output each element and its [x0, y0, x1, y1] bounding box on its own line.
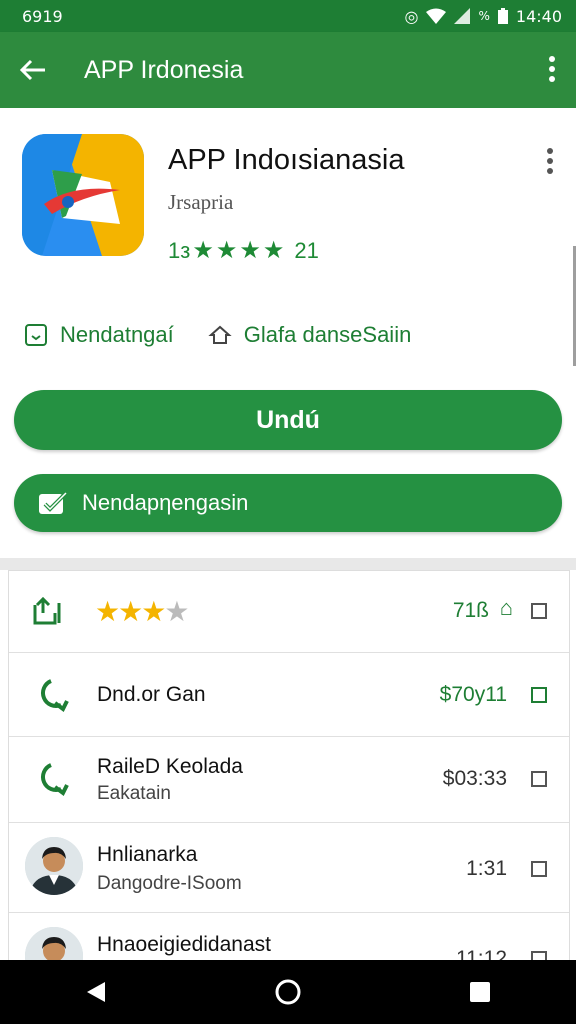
checkbox-icon — [39, 491, 68, 514]
list-item[interactable]: Hnlianarka Dangodre-ISoom 1:31 — [9, 823, 569, 913]
list-item[interactable]: RaileD Keolada Eakatain $03:33 — [9, 737, 569, 823]
list-item-title: RaileD Keolada — [97, 755, 243, 778]
app-bar: APP Irdonesia — [0, 32, 576, 108]
home-icon — [208, 325, 232, 344]
square-recents-icon — [470, 982, 490, 1002]
arrow-back-icon — [20, 59, 45, 81]
home-icon: ⌂ — [499, 595, 513, 620]
checkbox[interactable] — [531, 603, 547, 619]
secondary-action-button[interactable]: Nendapηengasin — [14, 474, 562, 532]
star-outline-icon: ★ — [164, 596, 189, 627]
circle-home-icon — [275, 979, 301, 1005]
info-item-category: Glafa danseSaiin — [208, 322, 412, 348]
checkbox[interactable] — [531, 687, 547, 703]
battery-icon — [497, 8, 508, 24]
star-icon: ★ — [141, 596, 166, 627]
avatar — [25, 927, 83, 960]
info-item-2-label: Glafa danseSaiin — [243, 322, 412, 347]
checkbox[interactable] — [531, 861, 547, 877]
star-icon: ★ — [95, 596, 120, 627]
rating-stars: ★★★★ — [95, 595, 189, 628]
status-icons: ◎ % 14:40 — [405, 7, 562, 26]
share-icon — [33, 596, 61, 625]
list-item-subtitle: Eakatain — [97, 783, 171, 804]
phone-icon — [41, 679, 69, 713]
list-item[interactable]: Dnd.or Gan $70y11 — [9, 653, 569, 737]
star-icon: ★ — [118, 596, 143, 627]
list-item-title: Hnlianarka — [97, 843, 198, 866]
secondary-action-label: Nendapηengasin — [82, 490, 249, 515]
info-item-downloads: Nendatngaí — [24, 322, 174, 348]
checkbox[interactable] — [531, 951, 547, 960]
list-item-value: $03:33 — [442, 767, 507, 790]
app-header: APP Indoısianasia Jrsapria 1з ★ ★ ★ ★ 21… — [0, 108, 576, 558]
info-item-1-label: Nendatngaí — [60, 322, 174, 347]
signal-icon — [454, 8, 471, 24]
sync-icon: ◎ — [404, 6, 419, 26]
app-info-row: Nendatngaí Glafa danseSaiin — [24, 322, 445, 348]
status-time-right: 14:40 — [515, 6, 562, 26]
rating-prefix: 1з — [168, 237, 191, 263]
list-item-value: 11:12 — [456, 947, 507, 960]
status-time-left: 6919 — [22, 6, 63, 26]
app-name: APP Indoısianasia — [168, 144, 405, 176]
download-box-icon — [25, 324, 47, 346]
wifi-icon — [426, 8, 447, 24]
app-logo-icon — [22, 134, 144, 256]
list-item-title: Hnaoeigiedidanast — [97, 933, 271, 956]
app-overflow-menu-button[interactable] — [546, 148, 554, 178]
list-item-title: Dnd.or Gan — [97, 683, 206, 706]
star-icon: ★ — [262, 237, 285, 264]
star-icon: ★ — [215, 237, 238, 264]
phone-icon — [41, 763, 69, 797]
detail-list: ★★★★ 71ß ⌂ Dnd.or Gan $70y11 RaileD Keol… — [8, 570, 570, 960]
install-button[interactable]: Undú — [14, 390, 562, 450]
checkbox[interactable] — [531, 771, 547, 787]
nav-recents-button[interactable] — [460, 972, 500, 1012]
section-divider — [0, 558, 576, 570]
app-rating: 1з ★ ★ ★ ★ 21 — [168, 236, 319, 265]
status-bar: 6919 ◎ % 14:40 — [0, 0, 576, 32]
list-item-value: 71ß — [452, 599, 489, 622]
rating-count: 21 — [294, 237, 319, 263]
list-item-subtitle: Dangodre-ISoom — [97, 873, 242, 894]
list-item[interactable]: Hnaoeigiedidanast 11:12 — [9, 913, 569, 960]
system-nav-bar — [0, 960, 576, 1024]
nav-back-button[interactable] — [76, 972, 116, 1012]
triangle-back-icon — [87, 982, 105, 1002]
star-icon: ★ — [239, 237, 261, 264]
developer-name[interactable]: Jrsapria — [168, 190, 233, 215]
overflow-menu-button[interactable] — [548, 56, 556, 86]
list-item-value: $70y11 — [439, 683, 507, 706]
avatar — [25, 837, 83, 895]
star-icon: ★ — [192, 237, 214, 264]
app-bar-title: APP Irdonesia — [84, 55, 244, 84]
list-item-value: 1:31 — [466, 857, 507, 880]
back-button[interactable] — [18, 55, 48, 85]
percent-icon: % — [478, 9, 490, 23]
nav-home-button[interactable] — [268, 972, 308, 1012]
list-item[interactable]: ★★★★ 71ß ⌂ — [9, 571, 569, 653]
